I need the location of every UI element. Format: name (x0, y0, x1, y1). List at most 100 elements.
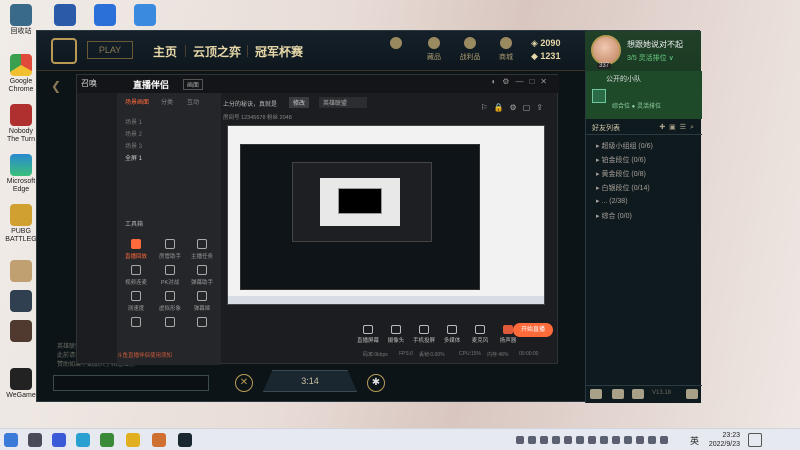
play-button[interactable]: PLAY (87, 41, 133, 59)
tool-more[interactable] (155, 317, 185, 330)
tool-speedtest[interactable]: 测速度 (121, 291, 151, 312)
close-icon[interactable]: ✕ (235, 374, 253, 392)
edit-title-button[interactable]: 修改 (289, 97, 310, 108)
tray-icon[interactable] (564, 436, 572, 444)
party-panel[interactable]: 公开的小队 综合位 ● 灵活排位 (586, 71, 702, 119)
tab-category[interactable]: 分类 (161, 97, 173, 106)
chat-icon[interactable] (590, 389, 602, 399)
scene-item[interactable]: 全屏 1 (125, 153, 142, 162)
nav-tft[interactable]: 云顶之弈 (193, 43, 241, 60)
source-media[interactable]: 多媒体 (437, 325, 467, 344)
desktop-icon-app-8[interactable] (4, 320, 38, 344)
tab-interact[interactable]: 互动 (187, 97, 199, 106)
help-icon[interactable] (686, 389, 698, 399)
tray-icon[interactable] (600, 436, 608, 444)
tray-icon[interactable] (552, 436, 560, 444)
notification-icon[interactable] (748, 433, 762, 447)
tool-video-link[interactable]: 视频连麦 (121, 265, 151, 286)
tool-danmaku[interactable]: 弹幕助手 (187, 265, 217, 286)
preview-nested-screen (338, 188, 382, 214)
mic-icon[interactable] (632, 389, 644, 399)
collection-nav-button[interactable]: 藏品 (417, 37, 451, 62)
tool-more[interactable] (121, 317, 151, 330)
avatar[interactable] (591, 35, 621, 65)
desktop-icon-chrome[interactable]: Google Chrome (4, 54, 38, 94)
header-tools[interactable]: ⚐🔒⚙▢⇪ (480, 103, 549, 112)
store-nav-button[interactable]: 商城 (489, 37, 523, 62)
source-screen[interactable]: 直播屏幕 (353, 325, 383, 344)
app-tag[interactable]: 画面 (183, 79, 204, 90)
tray-icon[interactable] (588, 436, 596, 444)
chat-input[interactable] (53, 375, 209, 391)
scene-item[interactable]: 场景 3 (125, 141, 142, 150)
tray-icon[interactable] (540, 436, 548, 444)
tab-scenes[interactable]: 场景画面 (125, 97, 149, 106)
mail-icon[interactable] (28, 433, 42, 447)
input-language[interactable]: 英 (690, 434, 699, 447)
bluetooth-icon[interactable] (624, 436, 632, 444)
tool-tasks[interactable]: 主播任务 (187, 239, 217, 260)
desktop-icon-edge[interactable]: Microsoft Edge (4, 154, 38, 194)
shield-icon[interactable] (94, 4, 116, 26)
source-phone[interactable]: 手机投屏 (409, 325, 439, 344)
friend-group[interactable]: ▸ 超级小组组 (0/6) (596, 141, 653, 151)
tool-more[interactable] (187, 317, 217, 330)
desktop-icon-app-7[interactable] (4, 290, 38, 314)
friend-group[interactable]: ▸ 综合 (0/0) (596, 211, 632, 221)
profile-nav-button[interactable] (379, 37, 413, 52)
app-icon[interactable] (52, 433, 66, 447)
category-select[interactable]: 英雄联盟 (319, 97, 367, 108)
friend-group[interactable]: ▸ 白银段位 (0/14) (596, 183, 650, 193)
summoner-status[interactable]: 3/5 灵活排位 ∨ (627, 53, 674, 63)
tray-icon[interactable] (516, 436, 524, 444)
clock[interactable]: 23:23 2022/9/23 (704, 431, 740, 449)
loot-nav-button[interactable]: 战利品 (453, 37, 487, 62)
stream-preview[interactable] (227, 125, 545, 305)
star-icon[interactable]: ✱ (367, 374, 385, 392)
tool-replay[interactable]: 直播回放 (121, 239, 151, 260)
tool-danmaku-viewer[interactable]: 弹幕姬 (187, 291, 217, 312)
scene-item[interactable]: 场景 2 (125, 129, 142, 138)
currency-display[interactable]: ◈ 2090 ◆ 1231 (531, 37, 560, 63)
edge-icon[interactable] (76, 433, 90, 447)
word-icon[interactable] (54, 4, 76, 26)
tray-icon[interactable] (636, 436, 644, 444)
nav-home[interactable]: 主页 (153, 43, 177, 60)
nav-clash[interactable]: 冠军杯赛 (255, 43, 303, 60)
tray-icon[interactable] (528, 436, 536, 444)
star-app-icon[interactable] (126, 433, 140, 447)
missions-icon[interactable] (612, 389, 624, 399)
desktop-icon-nobody[interactable]: Nobody The Turn (4, 104, 38, 144)
lol-icon[interactable] (178, 433, 192, 447)
notice-link[interactable]: 斗鱼直播伴侣使用须知 (117, 351, 172, 359)
friends-tools[interactable]: ✚▣☰⌕ (659, 123, 698, 132)
desktop-icon-pubg[interactable]: PUBG BATTLEG (4, 204, 38, 244)
moderator-icon (165, 239, 175, 249)
chrome-icon[interactable] (100, 433, 114, 447)
desktop-icon-wegame[interactable]: WeGame (4, 368, 38, 400)
tool-avatar[interactable]: 虚拟形象 (155, 291, 185, 312)
source-camera[interactable]: 摄像头 (381, 325, 411, 344)
start-stream-button[interactable]: 开始直播 (513, 323, 553, 337)
scene-item[interactable]: 场景 1 (125, 117, 142, 126)
phone-icon (419, 325, 429, 334)
tray-icon[interactable] (612, 436, 620, 444)
desktop-icon-recycle[interactable]: 回收站 (4, 4, 38, 36)
window-controls[interactable]: ◐⚙—□✕ (491, 77, 553, 86)
tool-pk[interactable]: PK对战 (155, 265, 185, 286)
tool-moderator[interactable]: 房管助手 (155, 239, 185, 260)
stat-duration: 00:00:00 (519, 351, 539, 357)
source-mic[interactable]: 麦克风 (465, 325, 495, 344)
back-arrow-icon[interactable]: ❮ (51, 79, 61, 93)
start-icon[interactable] (4, 433, 18, 447)
friend-group[interactable]: ▸ 黄金段位 (0/8) (596, 169, 646, 179)
friend-group[interactable]: ▸ 铂金段位 (0/6) (596, 155, 646, 165)
stream-app-icon[interactable] (152, 433, 166, 447)
volume-icon[interactable] (660, 436, 668, 444)
friend-group[interactable]: ▸ ... (2/38) (596, 197, 628, 205)
desktop-icon-app-6[interactable] (4, 260, 38, 284)
tray-icon[interactable] (576, 436, 584, 444)
viewer-icon (197, 291, 207, 301)
feather-icon[interactable] (134, 4, 156, 26)
network-icon[interactable] (648, 436, 656, 444)
